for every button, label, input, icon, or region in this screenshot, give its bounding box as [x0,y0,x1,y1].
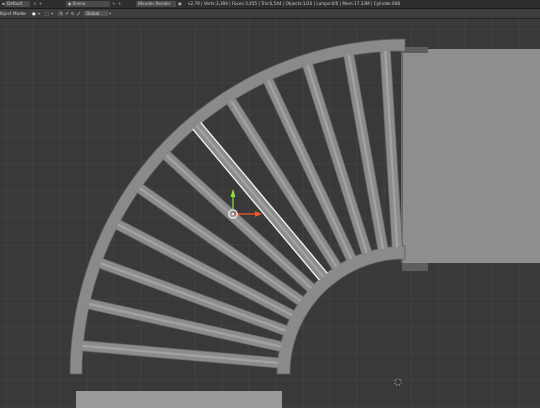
add-icon[interactable]: + [118,0,122,8]
pivot-icon[interactable]: ⬚ [45,9,49,18]
scene-selector[interactable]: ◆ Scene [66,1,110,7]
translate-icon[interactable]: ↗ [65,9,69,18]
conveyor-end-cap [402,263,428,271]
object-origin-icon [232,213,234,215]
object-mode-selector[interactable]: Object Mode [0,9,24,18]
rotate-icon[interactable]: ↻ [71,9,75,18]
render-engine-label: Blender Render [138,1,171,6]
close-icon[interactable]: × [112,0,116,8]
manipulator-toggle[interactable]: ↖ [58,11,64,16]
3d-viewport[interactable] [0,19,540,408]
bottom-conveyor-section[interactable] [76,391,282,408]
scene-statistics: v2.79 | Verts:3,394 | Faces:3,455 | Tris… [188,1,400,6]
transform-orientation-selector[interactable]: Global [84,11,108,16]
render-engine-selector[interactable]: Blender Render [136,1,176,7]
info-bar: ▪ Default × + ◆ Scene × + Blender Render… [0,0,540,9]
view3d-header: Object Mode ▾ ● ▾ ⬚ ▾ ↖ ↗ ↻ ⤢ Global ▾ [0,9,540,19]
shading-sphere-icon[interactable]: ● [32,9,36,18]
add-icon[interactable]: + [39,0,43,8]
screen-layout-selector[interactable]: Default [5,1,30,7]
screen-layout-label: Default [7,1,23,6]
mode-dropdown-icon[interactable]: ▾ [24,9,26,18]
blender-window: ▪ Default × + ◆ Scene × + Blender Render… [0,0,540,408]
transform-orientation-label: Global [86,11,100,16]
orientation-dropdown-icon[interactable]: ▾ [109,9,111,18]
manipulator-icon: ↖ [60,11,64,16]
shading-dropdown-icon[interactable]: ▾ [38,9,40,18]
viewport-canvas[interactable] [0,19,540,408]
conveyor-box[interactable] [402,49,540,263]
scene-label: Scene [72,1,86,6]
conveyor-end-cap [402,47,428,53]
pivot-dropdown-icon[interactable]: ▾ [51,9,53,18]
blender-logo-icon: ● [178,1,182,6]
close-icon[interactable]: × [33,0,37,8]
scale-icon[interactable]: ⤢ [77,9,80,18]
straight-conveyor-section[interactable] [401,47,540,271]
